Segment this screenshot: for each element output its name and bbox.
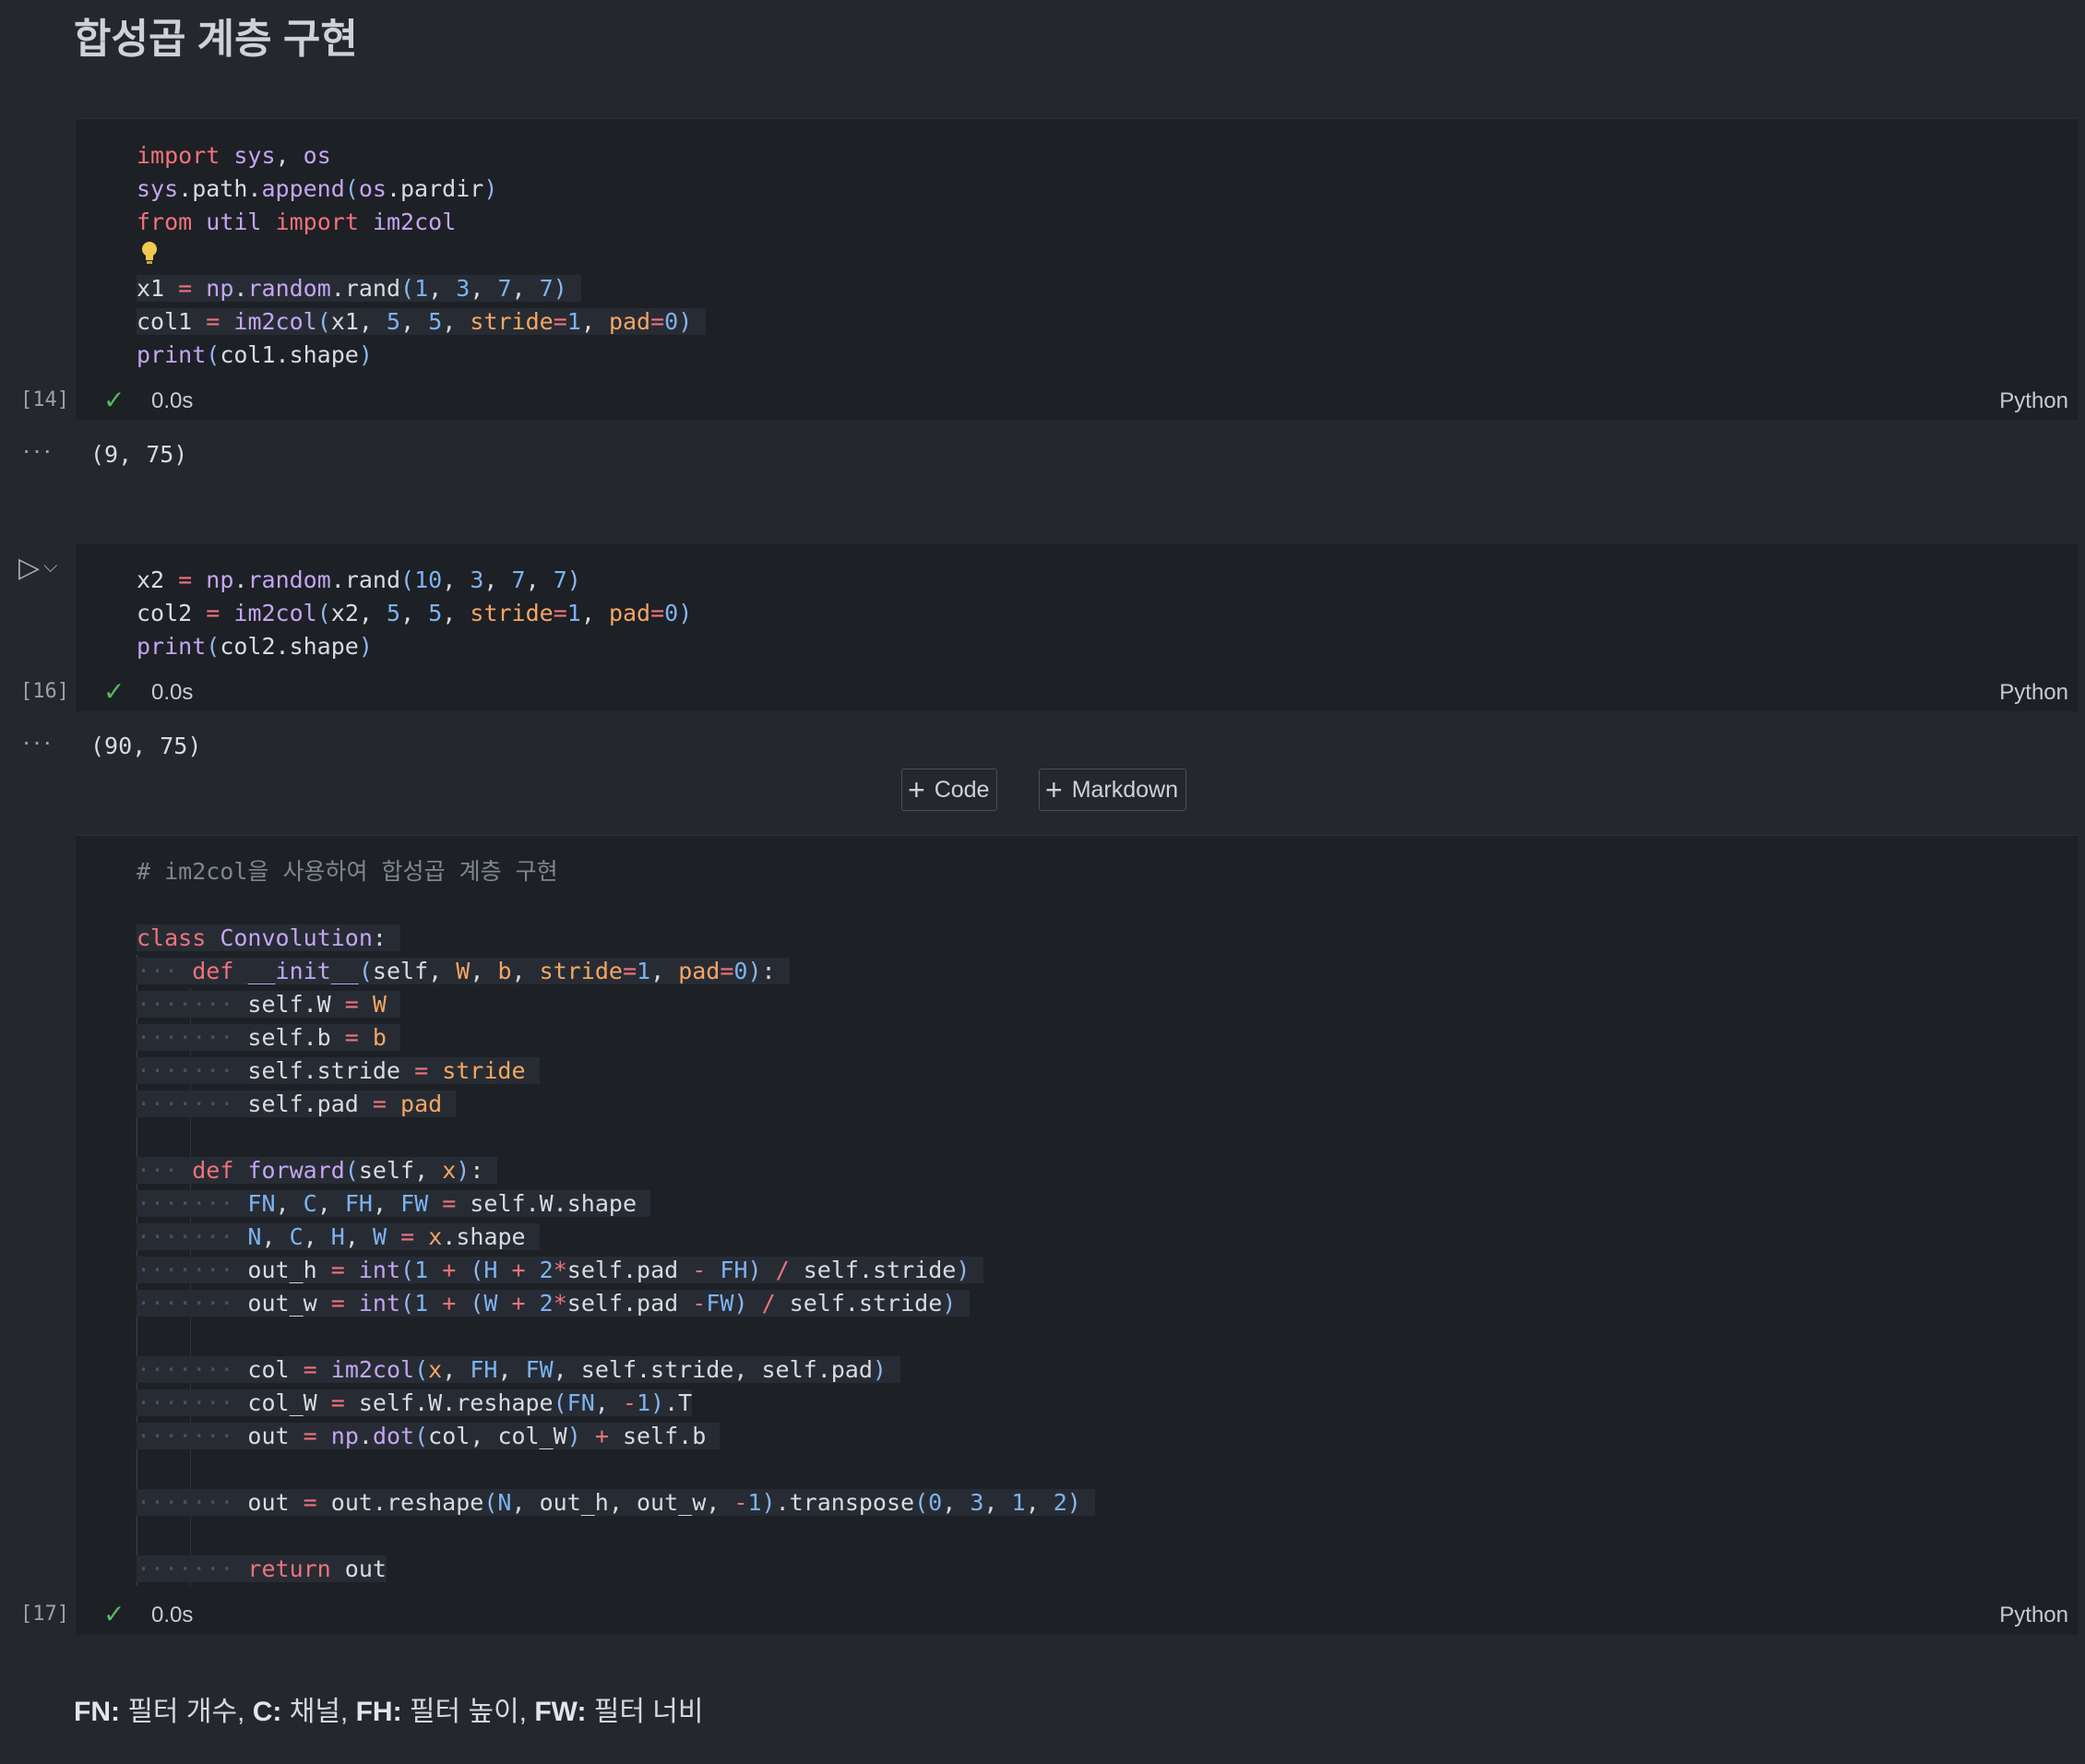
cell-status-14: [14] ✓ 0.0s Python [0, 383, 2085, 420]
code-editor-14[interactable]: import sys, os sys.path.append(os.pardir)… [137, 139, 707, 372]
play-icon: ▷ [18, 553, 41, 583]
code-editor-16[interactable]: x2 = np.random.rand(10, 3, 7, 7) col2 = i… [137, 564, 692, 663]
plus-icon: + [908, 773, 925, 806]
check-icon: ✓ [103, 1600, 125, 1628]
output-text: (9, 75) [90, 441, 188, 468]
execution-count: [17] [20, 1603, 69, 1626]
execution-time: 0.0s [151, 388, 194, 413]
ellipsis-icon[interactable]: ··· [22, 435, 54, 465]
check-icon: ✓ [103, 386, 125, 414]
kernel-language[interactable]: Python [1999, 680, 2068, 706]
code-editor-17[interactable]: # im2col을 사용하여 합성곱 계층 구현 class Convoluti… [137, 855, 1095, 1586]
execution-count: [14] [20, 388, 69, 411]
markdown-legend: FN: 필터 개수, C: 채널, FH: 필터 높이, FW: 필터 너비 [74, 1697, 704, 1727]
ellipsis-icon[interactable]: ··· [22, 727, 54, 757]
cell-status-17: [17] ✓ 0.0s Python [0, 1597, 2085, 1634]
check-icon: ✓ [103, 677, 125, 706]
plus-icon: + [1045, 773, 1063, 806]
add-code-cell-button[interactable]: + Code [901, 769, 998, 811]
cell-status-16: [16] ✓ 0.0s Python [0, 674, 2085, 711]
markdown-heading: 합성곱 계층 구현 [74, 17, 358, 62]
run-button[interactable]: ▷ ⌵ [18, 552, 57, 584]
chevron-down-icon[interactable]: ⌵ [43, 556, 57, 577]
output-text: (90, 75) [90, 733, 202, 759]
kernel-language[interactable]: Python [1999, 388, 2068, 414]
cell-output-16: ··· (90, 75) [0, 720, 2085, 771]
cell-output-14: ··· (9, 75) [0, 428, 2085, 480]
add-markdown-cell-button[interactable]: + Markdown [1039, 769, 1187, 811]
execution-time: 0.0s [151, 1603, 194, 1627]
execution-time: 0.0s [151, 680, 194, 705]
kernel-language[interactable]: Python [1999, 1603, 2068, 1628]
execution-count: [16] [20, 680, 69, 703]
